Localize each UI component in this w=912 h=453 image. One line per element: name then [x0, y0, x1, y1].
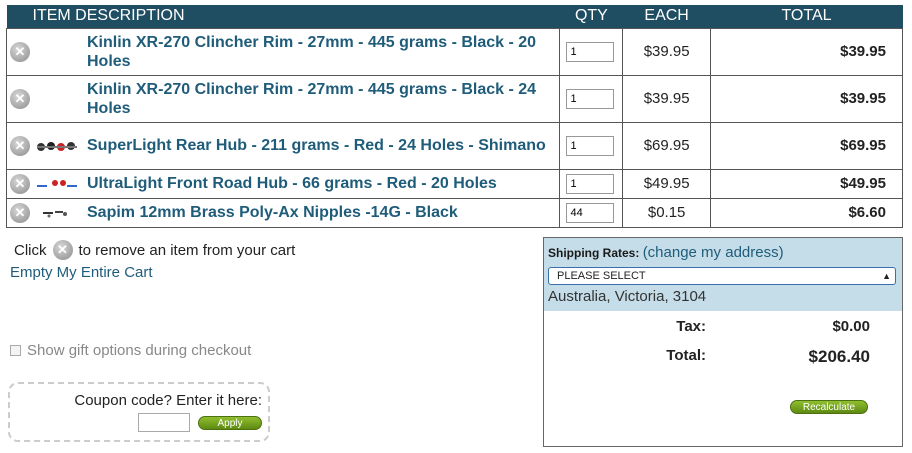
line-total: $39.95: [709, 27, 904, 76]
shipping-select-value: PLEASE SELECT: [557, 270, 646, 282]
tax-value: $0.00: [832, 318, 870, 335]
line-total: $6.60: [709, 197, 904, 228]
remove-x-icon[interactable]: ✕: [10, 41, 30, 62]
unit-price: $49.95: [622, 168, 711, 199]
header-item: ITEM: [32, 7, 71, 25]
quantity-input[interactable]: [566, 135, 615, 156]
header-item-description: ITEM DESCRIPTION: [6, 5, 560, 28]
shipping-title: Shipping Rates: (change my address): [548, 244, 898, 261]
item-link[interactable]: UltraLight Front Road Hub - 66 grams - R…: [87, 174, 553, 193]
remove-help-text: Click ✕ to remove an item from your cart: [14, 240, 295, 260]
checkbox-icon[interactable]: [10, 345, 21, 356]
header-qty: QTY: [559, 5, 623, 28]
header-each: EACH: [622, 5, 711, 28]
select-arrows-icon: ▲: [882, 271, 891, 281]
empty-cart-link[interactable]: Empty My Entire Cart: [10, 264, 153, 281]
line-total: $49.95: [709, 168, 904, 199]
rear-hub-thumbnail[interactable]: [35, 139, 79, 153]
help-text-after: to remove an item from your cart: [78, 241, 296, 259]
header-total: TOTAL: [710, 5, 903, 28]
unit-price: $39.95: [622, 74, 711, 123]
item-link[interactable]: Kinlin XR-270 Clincher Rim - 27mm - 445 …: [87, 33, 553, 71]
remove-x-icon[interactable]: ✕: [10, 135, 30, 156]
quantity-input[interactable]: [566, 173, 615, 194]
cart-table: ITEM DESCRIPTION QTY EACH TOTAL ✕ Kinlin…: [6, 5, 904, 228]
recalculate-button[interactable]: Recalculate: [790, 400, 868, 414]
shipping-rates-panel: Shipping Rates: (change my address) PLEA…: [544, 238, 902, 311]
nipples-thumbnail[interactable]: [35, 206, 79, 220]
help-text-before: Click: [14, 241, 47, 259]
remove-x-icon[interactable]: ✕: [10, 202, 30, 223]
quantity-input[interactable]: [566, 41, 615, 62]
item-link[interactable]: Kinlin XR-270 Clincher Rim - 27mm - 445 …: [87, 80, 553, 118]
line-total: $39.95: [709, 74, 904, 123]
coupon-code-input[interactable]: [138, 413, 190, 432]
unit-price: $39.95: [622, 27, 711, 76]
gift-options-label: Show gift options during checkout: [27, 342, 252, 359]
header-description: DESCRIPTION: [75, 7, 185, 25]
change-address-link[interactable]: (change my address): [643, 244, 784, 261]
apply-button[interactable]: Apply: [198, 415, 262, 430]
item-link[interactable]: SuperLight Rear Hub - 211 grams - Red - …: [87, 136, 553, 155]
remove-x-icon[interactable]: ✕: [10, 88, 30, 109]
table-row: ✕ Kinlin XR-270 Clincher Rim - 27mm - 44…: [6, 74, 904, 123]
shipping-address: Australia, Victoria, 3104: [548, 288, 707, 305]
item-link[interactable]: Sapim 12mm Brass Poly-Ax Nipples -14G - …: [87, 203, 553, 222]
line-total: $69.95: [709, 121, 904, 170]
gift-options-checkbox[interactable]: Show gift options during checkout: [10, 342, 251, 359]
coupon-label: Coupon code? Enter it here:: [74, 392, 262, 409]
shipping-label: Shipping Rates:: [548, 246, 640, 260]
order-summary: Shipping Rates: (change my address) PLEA…: [543, 237, 903, 447]
total-value: $206.40: [808, 347, 870, 366]
unit-price: $69.95: [622, 121, 711, 170]
coupon-box: Coupon code? Enter it here: Apply: [8, 382, 270, 442]
item-image-empty: [33, 74, 81, 123]
shipping-rate-select[interactable]: PLEASE SELECT ▲: [548, 267, 896, 285]
total-label: Total:: [666, 347, 706, 364]
unit-price: $0.15: [622, 197, 711, 228]
remove-x-icon: ✕: [52, 240, 73, 260]
quantity-input[interactable]: [566, 88, 615, 109]
table-header-row: ITEM DESCRIPTION QTY EACH TOTAL: [6, 5, 903, 28]
front-hub-thumbnail[interactable]: [35, 177, 79, 191]
table-row: ✕ UltraLight Front Road Hub - 66 grams -…: [6, 168, 904, 199]
tax-label: Tax:: [676, 318, 706, 335]
table-row: ✕ Sapim 12mm Brass Poly-Ax Nipples -14G …: [6, 197, 904, 228]
table-row: ✕ SuperLight Rear Hub - 211 grams - Red …: [6, 121, 904, 170]
quantity-input[interactable]: [566, 202, 615, 223]
item-image-empty: [33, 27, 81, 76]
table-row: ✕ Kinlin XR-270 Clincher Rim - 27mm - 44…: [6, 27, 904, 76]
remove-x-icon[interactable]: ✕: [10, 173, 30, 194]
